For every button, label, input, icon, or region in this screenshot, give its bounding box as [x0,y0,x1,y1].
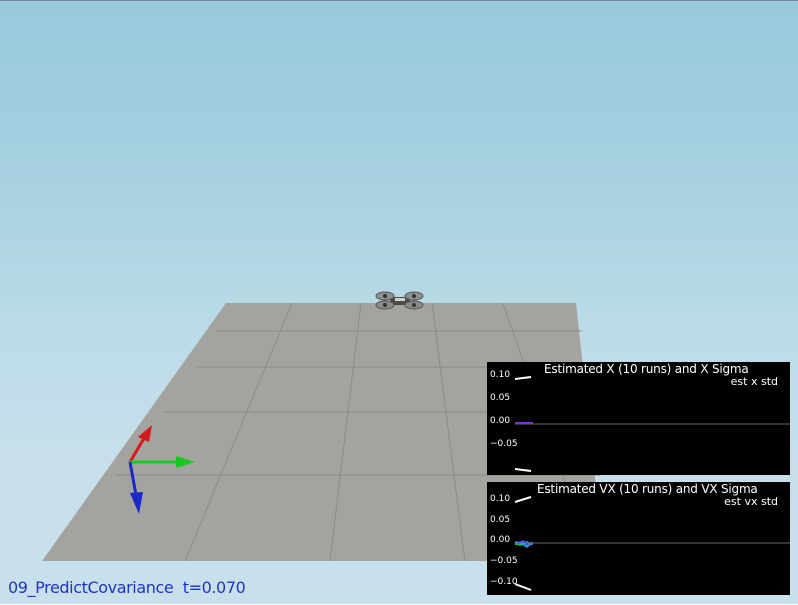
simulator-viewport[interactable]: Estimated X (10 runs) and X Sigma est x … [0,0,798,604]
quadrotor-icon [375,291,424,310]
plot-estimated-x: Estimated X (10 runs) and X Sigma est x … [487,362,790,475]
plot-canvas [514,376,790,472]
sigma-lower-line [514,583,532,591]
coordinate-axes-icon [128,425,195,514]
scenario-name: 09_PredictCovariance [8,578,174,597]
sigma-lower-line [514,468,532,472]
sigma-upper-line [514,496,532,503]
plot-estimated-vx: Estimated VX (10 runs) and VX Sigma est … [487,482,790,595]
sim-time: t=0.070 [182,578,246,597]
plot-canvas [514,496,790,591]
scenario-status-label: 09_PredictCovariance t=0.070 [8,578,246,597]
sigma-upper-line [514,376,532,380]
